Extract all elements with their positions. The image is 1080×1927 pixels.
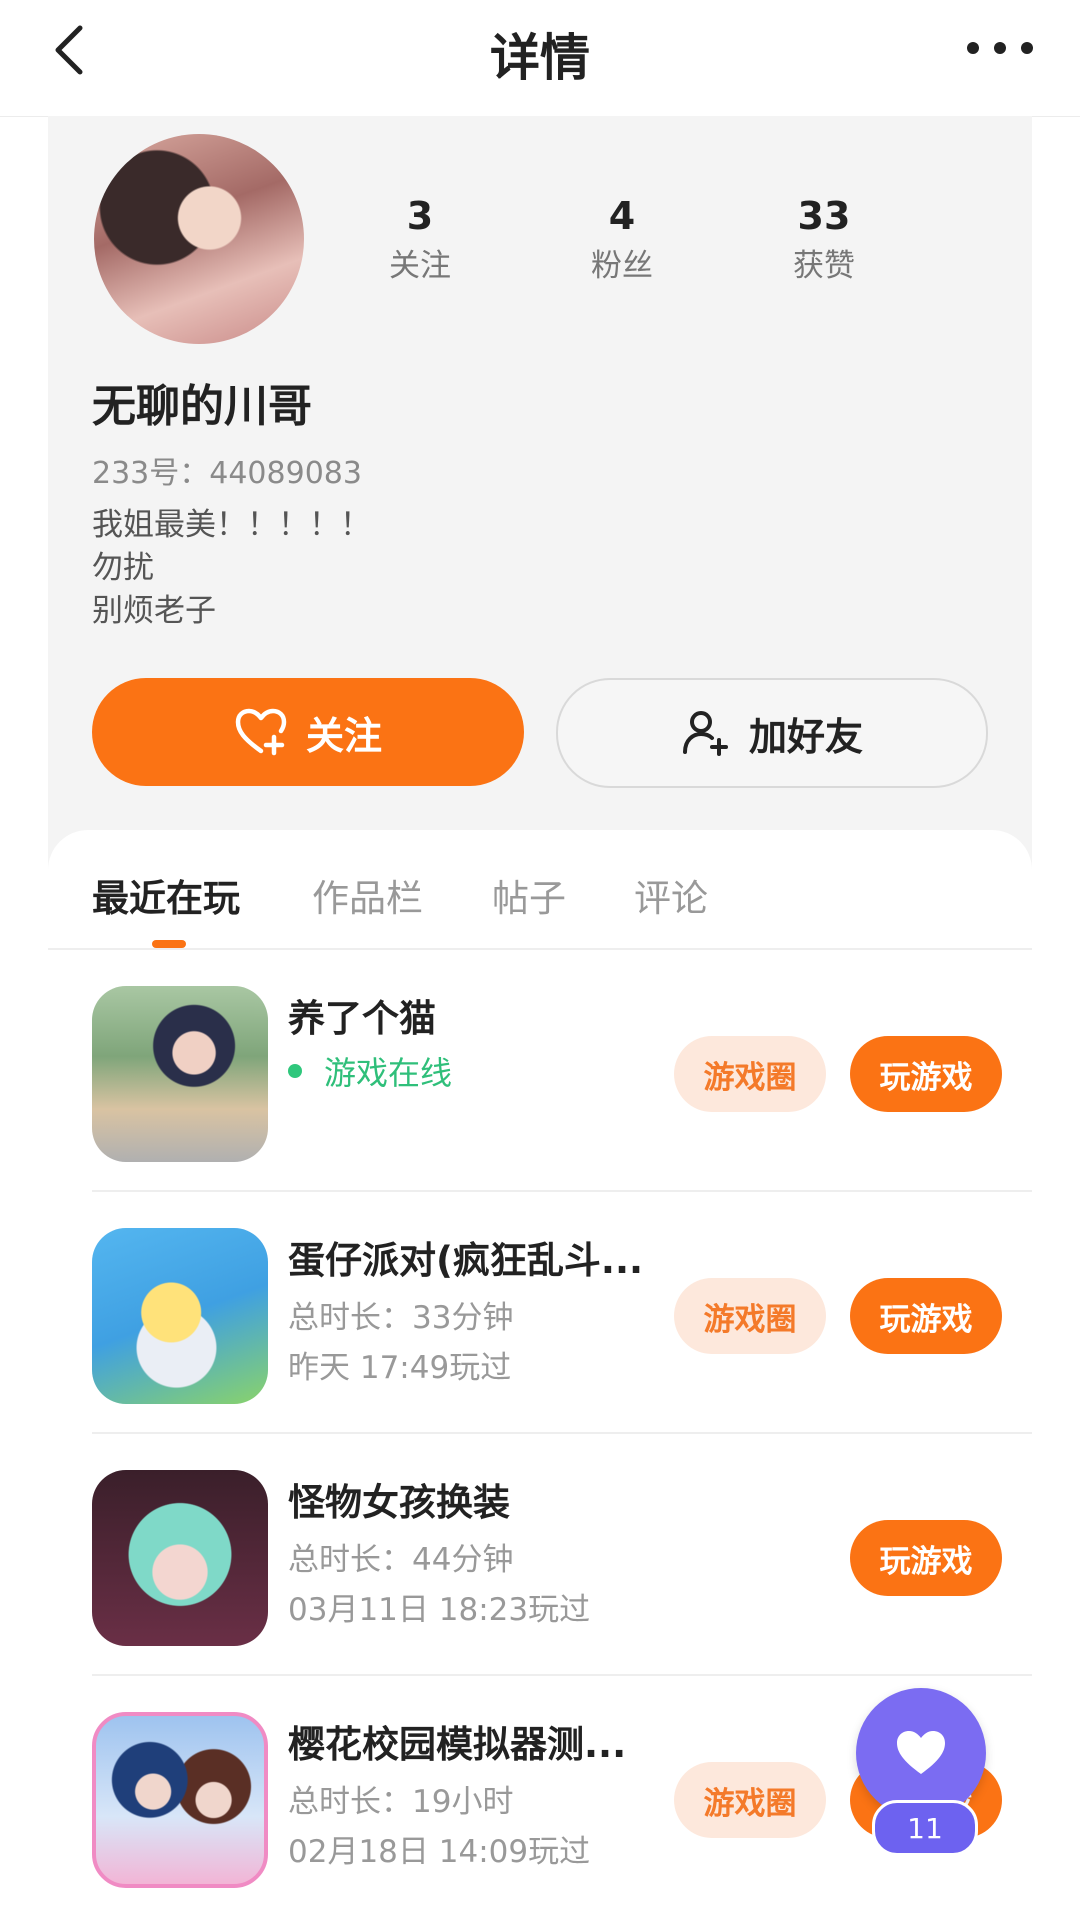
profile-panel: 3 关注 4 粉丝 33 获赞 无聊的川哥 233号：44089083 我姐最美… — [48, 116, 1032, 876]
username: 无聊的川哥 — [92, 381, 312, 432]
stat-value: 4 — [608, 194, 636, 238]
bio-line: 别烦老子 — [92, 593, 216, 629]
game-circle-button[interactable]: 游戏圈 — [674, 1278, 826, 1354]
active-tab-indicator — [152, 940, 186, 948]
more-dots-icon — [967, 42, 1033, 54]
play-duration: 总时长：33分钟 — [288, 1300, 514, 1336]
floating-like-button[interactable] — [856, 1688, 986, 1818]
follow-button-label: 关注 — [305, 713, 382, 758]
tab-bar: 最近在玩 作品栏 帖子 评论 — [48, 830, 1032, 950]
add-user-icon — [682, 711, 728, 756]
stat-label: 关注 — [389, 248, 451, 284]
game-icon[interactable] — [92, 986, 268, 1162]
play-game-button[interactable]: 玩游戏 — [850, 1278, 1002, 1354]
game-name: 蛋仔派对(疯狂乱斗... — [288, 1239, 644, 1282]
last-played: 昨天 17:49玩过 — [288, 1350, 512, 1386]
stat-label: 粉丝 — [591, 248, 653, 284]
follow-button[interactable]: 关注 — [92, 678, 524, 786]
game-name: 樱花校园模拟器测... — [288, 1723, 627, 1766]
last-played: 03月11日 18:23玩过 — [288, 1592, 591, 1628]
user-id: 233号：44089083 — [92, 456, 362, 491]
play-game-button[interactable]: 玩游戏 — [850, 1036, 1002, 1112]
add-friend-label: 加好友 — [748, 714, 863, 759]
stat-value: 3 — [406, 194, 434, 238]
game-row[interactable]: 蛋仔派对(疯狂乱斗... 总时长：33分钟 昨天 17:49玩过 游戏圈 玩游戏 — [92, 1190, 1032, 1434]
game-row[interactable]: 养了个猫 游戏在线 游戏圈 玩游戏 — [92, 948, 1032, 1192]
stat-label: 获赞 — [793, 248, 855, 284]
bio-line: 我姐最美！！！！！ — [92, 507, 371, 543]
tab-works[interactable]: 作品栏 — [312, 868, 423, 922]
game-icon[interactable] — [92, 1470, 268, 1646]
add-friend-button[interactable]: 加好友 — [556, 678, 988, 788]
game-circle-button[interactable]: 游戏圈 — [674, 1036, 826, 1112]
game-circle-button[interactable]: 游戏圈 — [674, 1762, 826, 1838]
online-status: 游戏在线 — [288, 1048, 452, 1094]
tab-comments[interactable]: 评论 — [634, 868, 708, 922]
heart-icon — [897, 1731, 945, 1774]
online-dot-icon — [288, 1064, 302, 1078]
tab-posts[interactable]: 帖子 — [492, 868, 566, 922]
stat-followers[interactable]: 4 粉丝 — [552, 194, 692, 286]
stat-following[interactable]: 3 关注 — [350, 194, 490, 286]
tab-recent-play[interactable]: 最近在玩 — [92, 868, 240, 922]
play-game-button[interactable]: 玩游戏 — [850, 1520, 1002, 1596]
last-played: 02月18日 14:09玩过 — [288, 1834, 591, 1870]
game-icon[interactable] — [92, 1712, 268, 1888]
game-name: 养了个猫 — [288, 997, 436, 1040]
page-title: 详情 — [490, 29, 590, 87]
online-status-text: 游戏在线 — [324, 1054, 453, 1092]
top-bar: 详情 — [0, 0, 1080, 117]
more-button[interactable] — [960, 28, 1040, 68]
game-icon[interactable] — [92, 1228, 268, 1404]
like-count-badge: 11 — [872, 1800, 978, 1856]
bio: 我姐最美！！！！！ 勿扰 别烦老子 — [92, 504, 371, 633]
heart-plus-icon — [235, 708, 287, 756]
bio-line: 勿扰 — [92, 550, 154, 586]
stat-likes[interactable]: 33 获赞 — [754, 194, 894, 286]
play-duration: 总时长：44分钟 — [288, 1542, 514, 1578]
stat-value: 33 — [797, 194, 851, 238]
game-row[interactable]: 怪物女孩换装 总时长：44分钟 03月11日 18:23玩过 玩游戏 — [92, 1432, 1032, 1676]
avatar[interactable] — [94, 134, 304, 344]
play-duration: 总时长：19小时 — [288, 1784, 514, 1820]
game-name: 怪物女孩换装 — [288, 1481, 510, 1524]
